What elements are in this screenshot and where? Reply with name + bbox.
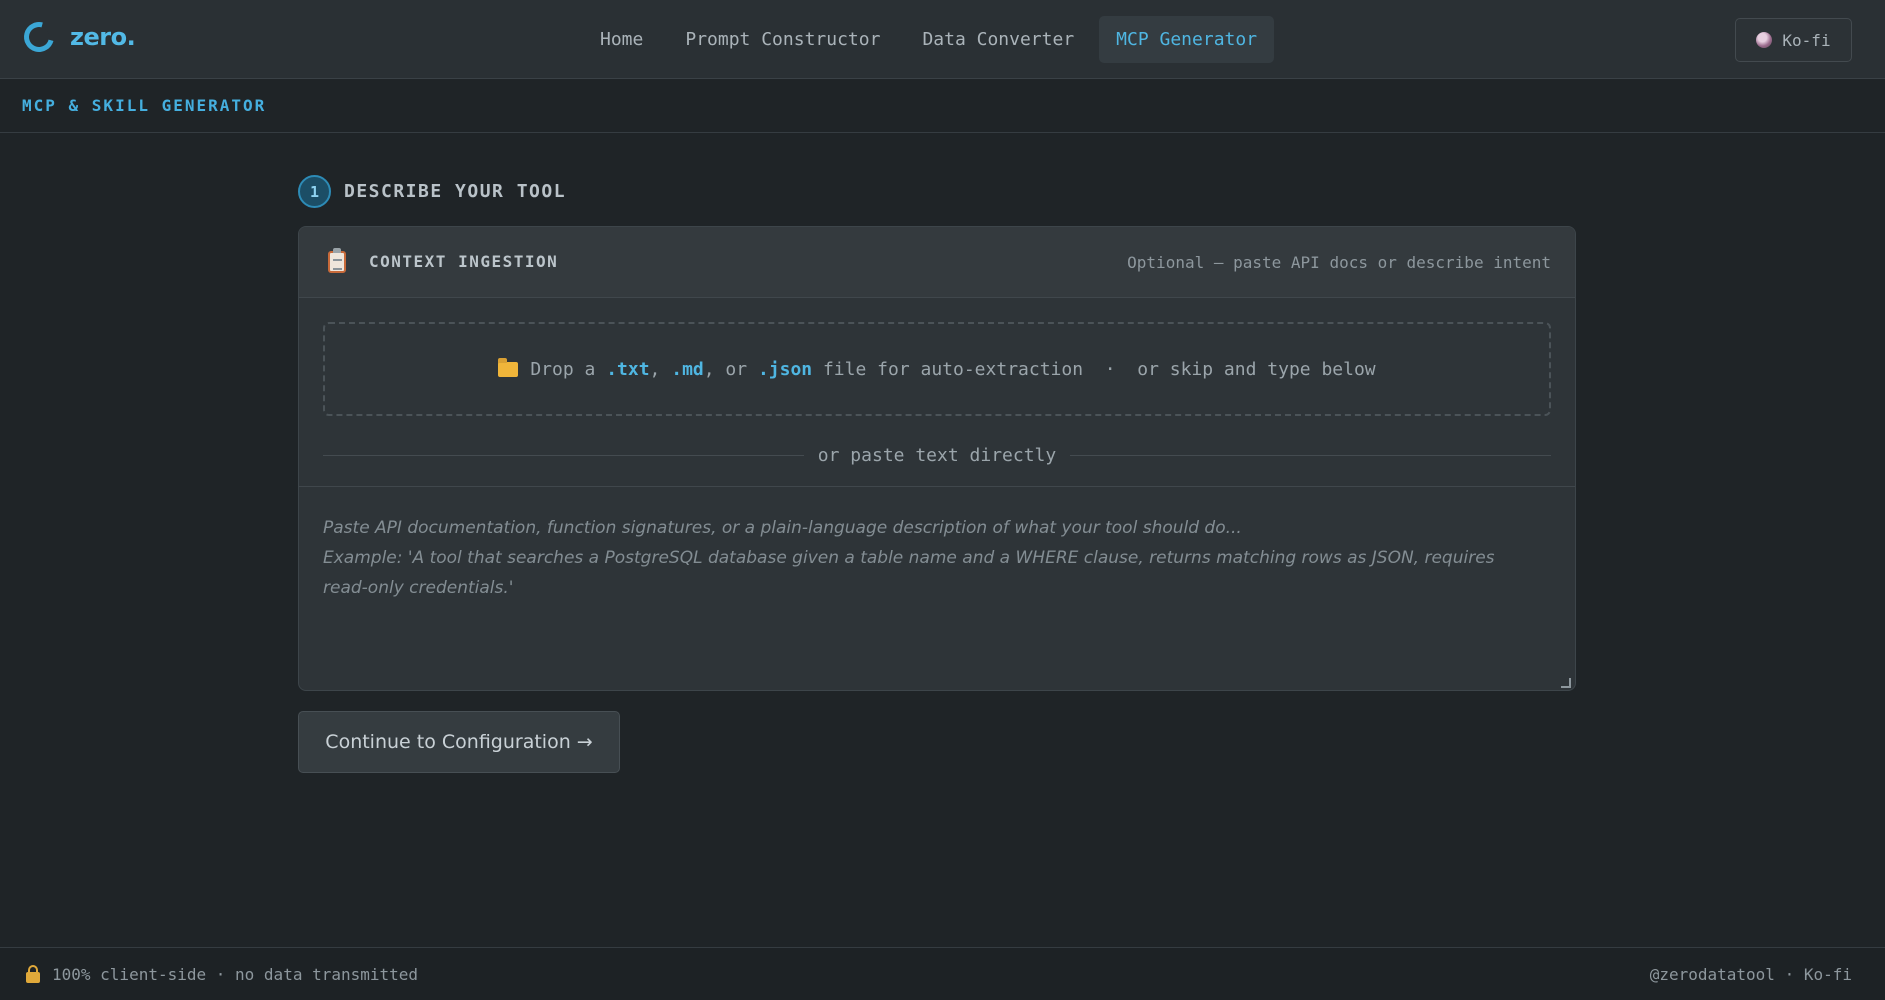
continue-button[interactable]: Continue to Configuration → [298, 711, 620, 773]
footer: 100% client-side · no data transmitted @… [0, 947, 1885, 1000]
textarea-placeholder: Paste API documentation, function signat… [323, 513, 1523, 603]
dropzone-sep2: , or [703, 358, 758, 380]
page-title: MCP & SKILL GENERATOR [22, 96, 267, 115]
nav-data-converter[interactable]: Data Converter [905, 16, 1091, 63]
divider-text: or paste text directly [817, 444, 1057, 466]
folder-icon [498, 357, 519, 377]
ext-md: .md [671, 358, 704, 380]
brand-name: zero. [70, 23, 136, 51]
step-number-badge: 1 [298, 175, 331, 208]
kofi-cup-icon [1756, 32, 1773, 48]
card-header: CONTEXT INGESTION Optional — paste API d… [299, 227, 1575, 298]
resize-handle-icon[interactable] [1561, 678, 1571, 688]
kofi-button[interactable]: Ko-fi [1735, 18, 1852, 62]
lock-icon [26, 964, 40, 983]
divider-line-left [323, 454, 804, 456]
nav-prompt-constructor[interactable]: Prompt Constructor [668, 16, 897, 63]
file-dropzone[interactable]: Drop a .txt , .md , or .json file for au… [323, 322, 1551, 416]
nav-mcp-generator[interactable]: MCP Generator [1099, 16, 1275, 63]
ext-txt: .txt [606, 358, 650, 380]
sub-header: MCP & SKILL GENERATOR [0, 80, 1885, 133]
dropzone-suffix: file for auto-extraction · or skip and t… [812, 358, 1376, 380]
ext-json: .json [757, 358, 813, 380]
clipboard-icon [328, 248, 346, 273]
kofi-label: Ko-fi [1782, 30, 1831, 50]
paste-divider: or paste text directly [323, 444, 1552, 466]
card-hint: Optional — paste API docs or describe in… [1127, 253, 1551, 272]
placeholder-line-2: Example: 'A tool that searches a Postgre… [323, 548, 1495, 598]
context-ingestion-card: CONTEXT INGESTION Optional — paste API d… [298, 226, 1576, 691]
main-nav: Home Prompt Constructor Data Converter M… [583, 16, 1275, 63]
dropzone-sep1: , [649, 358, 672, 380]
card-title: CONTEXT INGESTION [369, 252, 559, 271]
step-heading: 1 DESCRIBE YOUR TOOL [298, 175, 566, 208]
top-bar: zero. Home Prompt Constructor Data Conve… [0, 0, 1885, 79]
divider-line-right [1070, 454, 1552, 456]
footer-privacy-text: 100% client-side · no data transmitted [52, 965, 419, 984]
footer-privacy: 100% client-side · no data transmitted [26, 964, 419, 984]
placeholder-line-1: Paste API documentation, function signat… [323, 518, 1242, 538]
logo-ring-icon [18, 16, 60, 58]
nav-home[interactable]: Home [583, 16, 660, 63]
step-title: DESCRIBE YOUR TOOL [344, 181, 567, 202]
context-textarea[interactable]: Paste API documentation, function signat… [299, 486, 1575, 690]
footer-links[interactable]: @zerodatatool · Ko-fi [1650, 965, 1852, 984]
brand-logo[interactable]: zero. [18, 16, 136, 58]
dropzone-prefix: Drop a [530, 358, 607, 380]
